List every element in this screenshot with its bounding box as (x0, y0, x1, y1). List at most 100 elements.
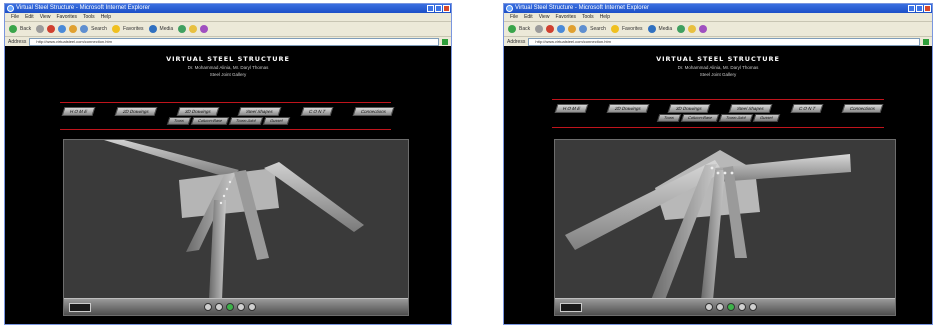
menu-tools[interactable]: Tools (582, 13, 594, 21)
back-button[interactable]: Back (20, 26, 31, 32)
mail-icon[interactable] (189, 25, 198, 33)
divider-bottom (552, 127, 884, 128)
nav-steel-shapes[interactable]: Steel Shapes (728, 104, 772, 113)
stop-icon[interactable] (47, 25, 56, 33)
search-icon[interactable] (579, 25, 588, 33)
nav-2d-drawings[interactable]: 2D Drawings (114, 107, 158, 116)
nav-cont[interactable]: C O N T (790, 104, 824, 113)
favorites-icon[interactable] (111, 25, 120, 33)
minimize-button[interactable] (908, 5, 915, 12)
viewer-controls (555, 298, 895, 315)
title-bar[interactable]: Virtual Steel Structure - Microsoft Inte… (5, 4, 451, 13)
play-icon[interactable] (727, 303, 735, 311)
subnav-truss[interactable]: Truss (656, 114, 681, 122)
mail-icon[interactable] (688, 25, 697, 33)
menu-view[interactable]: View (539, 13, 550, 21)
maximize-button[interactable] (435, 5, 442, 12)
reset-icon[interactable] (248, 303, 256, 311)
maximize-button[interactable] (916, 5, 923, 12)
menu-edit[interactable]: Edit (524, 13, 533, 21)
subnav-column-base[interactable]: Column-Base (680, 114, 720, 122)
pan-icon[interactable] (215, 303, 223, 311)
rotate-icon[interactable] (705, 303, 713, 311)
window-title: Virtual Steel Structure - Microsoft Inte… (515, 5, 649, 11)
menu-favorites[interactable]: Favorites (555, 13, 576, 21)
close-button[interactable] (924, 5, 931, 12)
steel-joint-model[interactable] (64, 140, 408, 315)
nav-3d-drawings[interactable]: 3D Drawings (176, 107, 219, 116)
subnav-gusset[interactable]: Gusset (752, 114, 780, 122)
zoom-icon[interactable] (237, 303, 245, 311)
menu-file[interactable]: File (11, 13, 19, 21)
media-icon[interactable] (148, 25, 157, 33)
home-icon[interactable] (568, 25, 577, 33)
refresh-icon[interactable] (58, 25, 67, 33)
zoom-icon[interactable] (738, 303, 746, 311)
site-subtitle: Dr. Mohammad Alinia, Mr. Daryl Thomas (677, 65, 759, 70)
address-input[interactable]: http://www.virtualsteel.com/connection.h… (528, 37, 920, 46)
subnav-truss-joint[interactable]: Truss-Joint (228, 117, 263, 125)
nav-cont[interactable]: C O N T (300, 107, 334, 116)
favorites-icon[interactable] (610, 25, 619, 33)
favorites-button[interactable]: Favorites (123, 26, 144, 32)
nav-3d-drawings[interactable]: 3D Drawings (667, 104, 711, 113)
search-button[interactable]: Search (91, 26, 107, 32)
rotate-icon[interactable] (204, 303, 212, 311)
stop-icon[interactable] (546, 25, 555, 33)
viewer-controls (64, 298, 408, 315)
nav-home[interactable]: H O M E (554, 104, 589, 113)
ie-icon (7, 5, 14, 12)
menu-favorites[interactable]: Favorites (56, 13, 77, 21)
history-icon[interactable] (677, 25, 686, 33)
nav-connections[interactable]: Connections (352, 107, 395, 116)
menu-view[interactable]: View (40, 13, 51, 21)
subnav-column-base[interactable]: Column-Base (190, 117, 230, 125)
history-icon[interactable] (178, 25, 187, 33)
minimize-button[interactable] (427, 5, 434, 12)
go-icon[interactable] (442, 38, 448, 45)
search-button[interactable]: Search (590, 26, 606, 32)
home-icon[interactable] (69, 25, 78, 33)
favorites-button[interactable]: Favorites (622, 26, 643, 32)
3d-viewer[interactable] (554, 139, 896, 316)
forward-icon[interactable] (535, 25, 544, 33)
address-label: Address (507, 38, 526, 45)
print-icon[interactable] (699, 25, 708, 33)
play-icon[interactable] (226, 303, 234, 311)
media-icon[interactable] (647, 25, 656, 33)
menu-tools[interactable]: Tools (83, 13, 95, 21)
page-content: VIRTUAL STEEL STRUCTURE Dr. Mohammad Ali… (504, 46, 932, 324)
steel-joint-model[interactable] (555, 140, 895, 315)
pan-icon[interactable] (716, 303, 724, 311)
main-nav: H O M E 2D Drawings 3D Drawings Steel Sh… (61, 107, 395, 116)
subnav-gusset[interactable]: Gusset (262, 117, 290, 125)
go-icon[interactable] (923, 38, 929, 45)
menu-bar: File Edit View Favorites Tools Help (5, 13, 451, 22)
back-icon[interactable] (9, 25, 17, 33)
nav-home[interactable]: H O M E (61, 107, 96, 116)
subnav-truss[interactable]: Truss (166, 117, 191, 125)
search-icon[interactable] (80, 25, 89, 33)
menu-help[interactable]: Help (600, 13, 610, 21)
back-icon[interactable] (508, 25, 516, 33)
forward-icon[interactable] (36, 25, 45, 33)
nav-2d-drawings[interactable]: 2D Drawings (606, 104, 650, 113)
menu-edit[interactable]: Edit (25, 13, 34, 21)
refresh-icon[interactable] (557, 25, 566, 33)
3d-viewer[interactable] (63, 139, 409, 316)
nav-steel-shapes[interactable]: Steel Shapes (237, 107, 282, 116)
reset-icon[interactable] (749, 303, 757, 311)
close-button[interactable] (443, 5, 450, 12)
address-input[interactable]: http://www.virtualsteel.com/connection.h… (29, 37, 439, 46)
print-icon[interactable] (200, 25, 209, 33)
media-button[interactable]: Media (659, 26, 673, 32)
media-button[interactable]: Media (160, 26, 174, 32)
subnav-truss-joint[interactable]: Truss-Joint (718, 114, 753, 122)
menu-help[interactable]: Help (101, 13, 111, 21)
viewer-logo (560, 303, 582, 312)
menu-file[interactable]: File (510, 13, 518, 21)
back-button[interactable]: Back (519, 26, 530, 32)
nav-connections[interactable]: Connections (841, 104, 884, 113)
title-bar[interactable]: Virtual Steel Structure - Microsoft Inte… (504, 4, 932, 13)
site-subtitle: Dr. Mohammad Alinia, Mr. Daryl Thomas (187, 65, 269, 70)
